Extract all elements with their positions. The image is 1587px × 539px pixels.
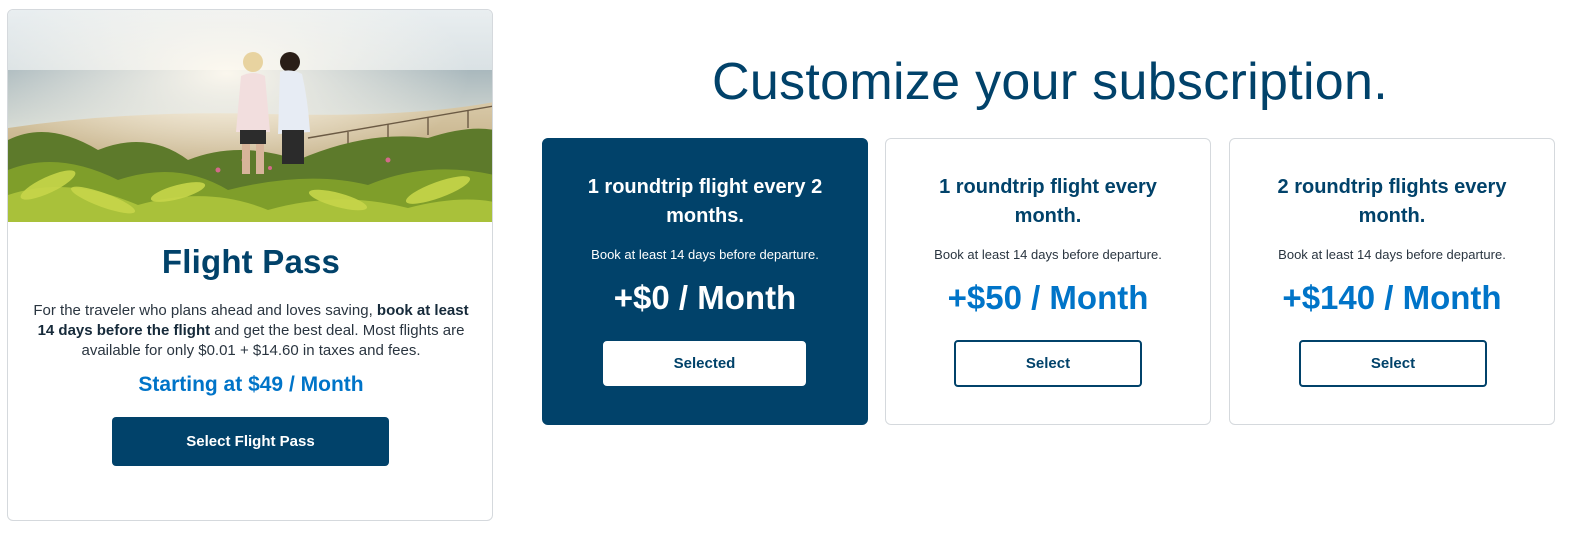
plan-option-every-month[interactable]: 1 roundtrip flight every month. Book at … (885, 138, 1211, 425)
select-button[interactable]: Select (954, 340, 1142, 387)
plan-option-note: Book at least 14 days before departure. (934, 247, 1162, 262)
plan-option-price: +$140 / Month (1282, 279, 1502, 316)
select-flight-pass-button[interactable]: Select Flight Pass (112, 417, 389, 466)
description-text: For the traveler who plans ahead and lov… (33, 302, 377, 319)
flight-pass-card: Flight Pass For the traveler who plans a… (7, 9, 493, 521)
beach-photo (8, 10, 492, 222)
flight-pass-description: For the traveler who plans ahead and lov… (24, 301, 478, 361)
starting-price: Starting at $49 / Month (8, 373, 492, 397)
selected-button[interactable]: Selected (603, 341, 806, 386)
plan-option-price: +$50 / Month (947, 279, 1149, 316)
plan-option-note: Book at least 14 days before departure. (591, 247, 819, 262)
flight-pass-title: Flight Pass (161, 243, 341, 280)
starting-price-label: Starting at (138, 373, 243, 396)
plan-option-note: Book at least 14 days before departure. (1278, 247, 1506, 262)
select-button[interactable]: Select (1299, 340, 1487, 387)
plan-option-title: 1 roundtrip flight every 2 months. (587, 176, 823, 227)
subscription-page: Flight Pass For the traveler who plans a… (0, 0, 1587, 539)
plan-option-title: 1 roundtrip flight every month. (939, 176, 1157, 227)
starting-price-value: $49 / Month (248, 373, 364, 396)
plan-option-two-flights-monthly[interactable]: 2 roundtrip flights every month. Book at… (1229, 138, 1555, 425)
plan-option-every-2-months[interactable]: 1 roundtrip flight every 2 months. Book … (542, 138, 868, 425)
plan-option-title: 2 roundtrip flights every month. (1277, 176, 1507, 227)
plan-option-price: +$0 / Month (613, 279, 797, 316)
page-heading: Customize your subscription. (712, 53, 1388, 111)
